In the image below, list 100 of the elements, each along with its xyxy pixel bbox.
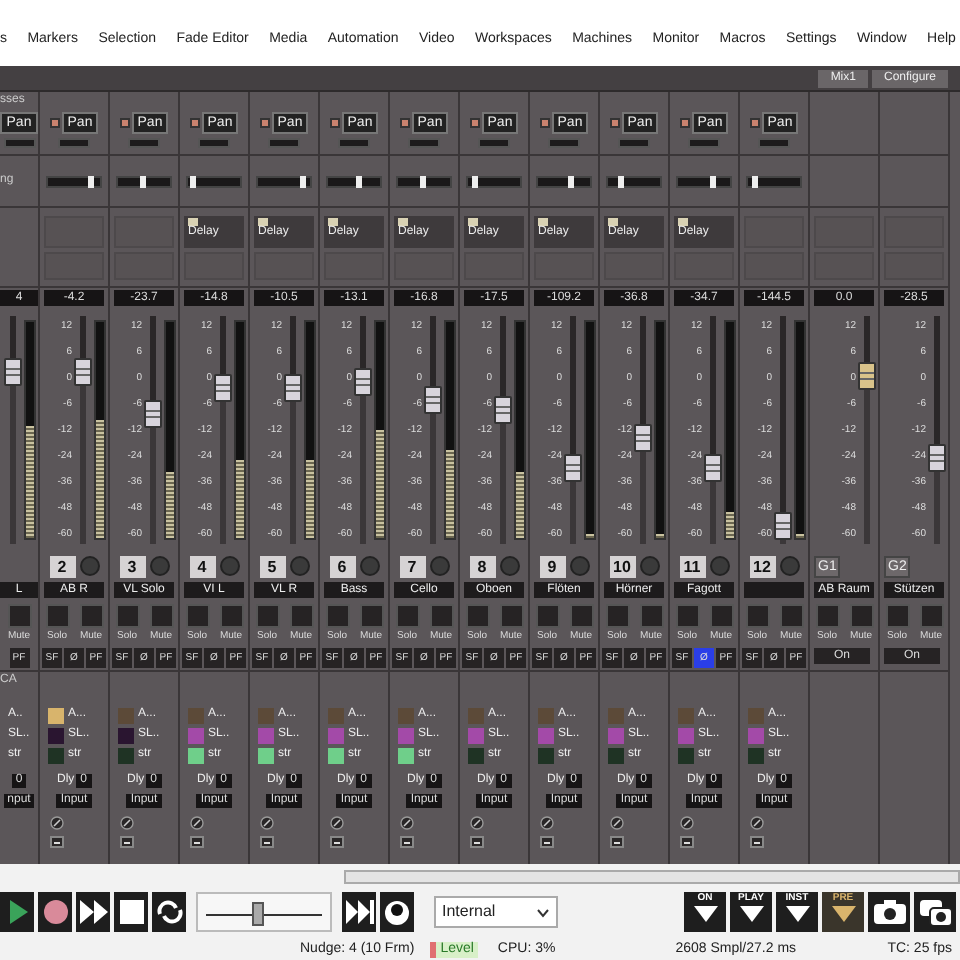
vca-color-swatch[interactable] [538, 727, 554, 743]
collapse-button[interactable] [120, 836, 134, 848]
fader-cap[interactable] [774, 512, 792, 540]
vca-color-swatch[interactable] [328, 747, 344, 763]
fader-cap[interactable] [4, 357, 22, 386]
enable-toggle[interactable] [399, 118, 410, 128]
fader-cap[interactable] [354, 368, 372, 396]
record-arm-toggle[interactable] [499, 556, 519, 576]
enable-toggle[interactable] [539, 118, 550, 128]
vca-color-swatch[interactable] [328, 707, 344, 723]
pan-slider[interactable] [116, 175, 172, 187]
vca-color-swatch[interactable] [468, 707, 484, 723]
plugin-toggle[interactable] [258, 217, 268, 225]
record-arm-toggle[interactable] [709, 556, 729, 576]
vca-color-swatch[interactable] [608, 727, 624, 743]
record-arm-toggle[interactable] [429, 556, 449, 576]
sync-dropdown[interactable]: Internal [434, 896, 558, 928]
fader-cap[interactable] [928, 444, 946, 472]
enable-toggle[interactable] [189, 118, 200, 128]
plugin-toggle[interactable] [678, 217, 688, 225]
plugin-toggle[interactable] [188, 217, 198, 225]
pan-slider[interactable] [536, 175, 592, 187]
plugin-toggle[interactable] [328, 217, 338, 225]
snapshots-button[interactable] [914, 892, 956, 932]
collapse-button[interactable] [680, 836, 694, 848]
enable-toggle[interactable] [329, 118, 340, 128]
vca-color-swatch[interactable] [468, 727, 484, 743]
enable-toggle[interactable] [679, 118, 690, 128]
enable-toggle[interactable] [259, 118, 270, 128]
scroll-bar[interactable] [344, 870, 960, 884]
shuttle-slider[interactable] [196, 892, 332, 932]
record-arm-toggle[interactable] [569, 556, 589, 576]
vca-color-swatch[interactable] [258, 707, 274, 723]
vca-color-swatch[interactable] [608, 747, 624, 763]
vca-color-swatch[interactable] [188, 747, 204, 763]
collapse-button[interactable] [50, 836, 64, 848]
collapse-button[interactable] [190, 836, 204, 848]
record-arm-toggle[interactable] [149, 556, 169, 576]
loop-button[interactable] [152, 892, 186, 932]
record-arm-toggle[interactable] [359, 556, 379, 576]
plugin-toggle[interactable] [608, 217, 618, 225]
vca-color-swatch[interactable] [48, 727, 64, 743]
vca-color-swatch[interactable] [188, 727, 204, 743]
fader-cap[interactable] [74, 357, 92, 386]
vca-color-swatch[interactable] [258, 747, 274, 763]
pan-slider[interactable] [396, 175, 452, 187]
vca-color-swatch[interactable] [118, 747, 134, 763]
fader-cap[interactable] [424, 385, 442, 414]
vca-color-swatch[interactable] [678, 747, 694, 763]
vca-color-swatch[interactable] [538, 707, 554, 723]
vca-color-swatch[interactable] [48, 747, 64, 763]
dial-icon[interactable] [680, 816, 694, 830]
vca-color-swatch[interactable] [258, 727, 274, 743]
enable-toggle[interactable] [609, 118, 620, 128]
dial-icon[interactable] [50, 816, 64, 830]
dial-icon[interactable] [750, 816, 764, 830]
pan-slider[interactable] [256, 175, 312, 187]
forward-button[interactable] [76, 892, 110, 932]
vca-color-swatch[interactable] [118, 707, 134, 723]
fader-cap[interactable] [284, 373, 302, 402]
pan-slider[interactable] [326, 175, 382, 187]
record-arm-toggle[interactable] [79, 556, 99, 576]
vca-color-swatch[interactable] [48, 707, 64, 723]
vca-color-swatch[interactable] [748, 707, 764, 723]
fast-forward-button[interactable] [342, 892, 376, 932]
fader-cap[interactable] [634, 424, 652, 452]
collapse-button[interactable] [750, 836, 764, 848]
dial-icon[interactable] [610, 816, 624, 830]
vca-color-swatch[interactable] [538, 747, 554, 763]
collapse-button[interactable] [260, 836, 274, 848]
vca-color-swatch[interactable] [678, 727, 694, 743]
vca-color-swatch[interactable] [748, 727, 764, 743]
dial-icon[interactable] [470, 816, 484, 830]
pan-slider[interactable] [676, 175, 732, 187]
channel-name-field[interactable] [744, 582, 804, 598]
dial-icon[interactable] [120, 816, 134, 830]
enable-toggle[interactable] [749, 118, 760, 128]
play-button[interactable] [0, 892, 34, 932]
dial-icon[interactable] [330, 816, 344, 830]
record-arm-toggle[interactable] [639, 556, 659, 576]
plugin-toggle[interactable] [398, 217, 408, 225]
vca-color-swatch[interactable] [188, 707, 204, 723]
enable-toggle[interactable] [119, 118, 130, 128]
vca-color-swatch[interactable] [398, 727, 414, 743]
plugin-toggle[interactable] [538, 217, 548, 225]
fader-cap[interactable] [564, 454, 582, 482]
fader-cap[interactable] [858, 362, 876, 390]
record-arm-toggle[interactable] [219, 556, 239, 576]
pan-slider[interactable] [466, 175, 522, 187]
vca-color-swatch[interactable] [398, 707, 414, 723]
record-arm-toggle[interactable] [779, 556, 799, 576]
collapse-button[interactable] [540, 836, 554, 848]
fader-cap[interactable] [494, 396, 512, 424]
dial-icon[interactable] [540, 816, 554, 830]
vca-color-swatch[interactable] [118, 727, 134, 743]
stop-button[interactable] [114, 892, 148, 932]
enable-toggle[interactable] [469, 118, 480, 128]
scrub-button[interactable] [380, 892, 414, 932]
vca-color-swatch[interactable] [468, 747, 484, 763]
vca-color-swatch[interactable] [328, 727, 344, 743]
